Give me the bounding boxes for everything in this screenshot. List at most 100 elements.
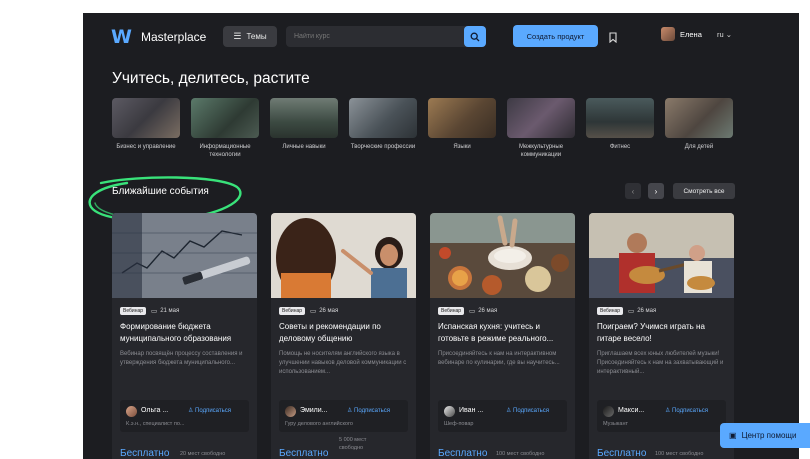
category-image	[665, 98, 733, 138]
category-image	[586, 98, 654, 138]
user-icon: ♙	[665, 408, 673, 414]
category-image	[191, 98, 259, 138]
event-date: 26 мая	[637, 308, 657, 314]
logo[interactable]: W Masterplace	[111, 26, 206, 48]
category-creative[interactable]: Творческие профессии	[349, 98, 417, 151]
author-block: Ольга ... ♙ Подписаться К.э.н., специали…	[120, 400, 249, 432]
subscribe-link[interactable]: ♙ Подписаться	[188, 407, 231, 414]
topics-label: Темы	[246, 32, 267, 41]
author-avatar	[126, 406, 137, 417]
subscribe-label: Подписаться	[513, 408, 549, 414]
subscribe-link[interactable]: ♙ Подписаться	[506, 407, 549, 414]
event-title[interactable]: Поиграем? Учимся играть на гитаре весело…	[597, 321, 727, 346]
event-image	[271, 213, 416, 298]
category-image	[112, 98, 180, 138]
author-avatar	[444, 406, 455, 417]
author-role: Музыкант	[603, 421, 629, 427]
category-business[interactable]: Бизнес и управление	[112, 98, 180, 151]
carousel-pager: ‹ ›	[625, 183, 664, 199]
author-role: Шеф-повар	[444, 421, 474, 427]
event-seats: 5 000 мест свободно	[339, 437, 367, 451]
event-type-badge: Вебинар	[438, 307, 465, 315]
avatar	[661, 27, 675, 41]
app-window: W Masterplace ☰ Темы Создать продукт Еле…	[83, 13, 799, 459]
calendar-icon: ▭	[151, 308, 158, 315]
event-meta: Вебинар ▭ 21 мая	[120, 307, 179, 315]
category-personal-skills[interactable]: Личные навыки	[270, 98, 338, 151]
event-price: Бесплатно	[438, 448, 488, 459]
category-label: Информационные технологии	[199, 144, 251, 159]
language-select[interactable]: ru ⌄	[717, 30, 732, 39]
category-it[interactable]: Информационные технологии	[191, 98, 259, 159]
category-kids[interactable]: Для детей	[665, 98, 733, 151]
subscribe-link[interactable]: ♙ Подписаться	[347, 407, 390, 414]
author-name[interactable]: Эмили...	[300, 407, 328, 414]
event-meta: Вебинар ▭ 26 мая	[438, 307, 497, 315]
author-avatar	[603, 406, 614, 417]
language-value: ru	[717, 30, 724, 39]
user-menu[interactable]: Елена	[661, 27, 702, 41]
subscribe-link[interactable]: ♙ Подписаться	[665, 407, 708, 414]
event-card[interactable]: Вебинар ▭ 21 мая Формирование бюджета му…	[112, 213, 257, 459]
category-label: Для детей	[684, 144, 714, 150]
category-image	[507, 98, 575, 138]
logo-text: Masterplace	[140, 30, 207, 44]
menu-icon: ☰	[233, 31, 242, 41]
category-label: Межкультурные коммуникации	[518, 144, 564, 159]
category-label: Личные навыки	[282, 144, 326, 150]
author-block: Эмили... ♙ Подписаться Гуру делового анг…	[279, 400, 408, 432]
event-title[interactable]: Формирование бюджета муниципального обра…	[120, 321, 250, 346]
chat-icon: ▣	[729, 431, 737, 440]
chevron-down-icon: ⌄	[725, 30, 733, 39]
category-image	[428, 98, 496, 138]
category-label: Бизнес и управление	[116, 144, 176, 150]
event-date: 21 мая	[160, 308, 180, 314]
see-all-button[interactable]: Смотреть все	[673, 183, 735, 199]
event-date: 26 мая	[478, 308, 498, 314]
next-button[interactable]: ›	[648, 183, 664, 199]
category-fitness[interactable]: Фитнес	[586, 98, 654, 151]
category-languages[interactable]: Языки	[428, 98, 496, 151]
user-icon: ♙	[506, 408, 514, 414]
event-description: Присоединяйтесь к нам на интерактивном в…	[438, 351, 560, 366]
event-title[interactable]: Советы и рекомендации по деловому общени…	[279, 321, 409, 346]
help-center-button[interactable]: ▣ Центр помощи	[720, 423, 810, 448]
create-product-button[interactable]: Создать продукт	[513, 25, 598, 47]
bookmark-icon[interactable]	[609, 30, 617, 48]
category-intercultural[interactable]: Межкультурные коммуникации	[507, 98, 575, 159]
event-image	[589, 213, 734, 298]
author-name[interactable]: Ольга ...	[141, 407, 168, 414]
author-block: Иван ... ♙ Подписаться Шеф-повар	[438, 400, 567, 432]
event-card[interactable]: Вебинар ▭ 26 мая Испанская кухня: учитес…	[430, 213, 575, 459]
event-image	[430, 213, 575, 298]
event-description: Вебинар посвящён процессу составления и …	[120, 351, 243, 366]
event-date: 26 мая	[319, 308, 339, 314]
event-type-badge: Вебинар	[597, 307, 624, 315]
prev-button[interactable]: ‹	[625, 183, 641, 199]
calendar-icon: ▭	[628, 308, 635, 315]
calendar-icon: ▭	[469, 308, 476, 315]
category-label: Фитнес	[609, 144, 631, 150]
search-icon	[470, 32, 480, 41]
event-seats: 100 мест свободно	[496, 451, 545, 457]
author-name[interactable]: Иван ...	[459, 407, 483, 414]
event-meta: Вебинар ▭ 26 мая	[279, 307, 338, 315]
search-button[interactable]	[464, 26, 486, 47]
user-icon: ♙	[188, 408, 196, 414]
event-card[interactable]: Вебинар ▭ 26 мая Советы и рекомендации п…	[271, 213, 416, 459]
event-title[interactable]: Испанская кухня: учитесь и готовьте в ре…	[438, 321, 568, 346]
event-description: Приглашаем всех юных любителей музыки! П…	[597, 351, 724, 375]
event-description: Помощь не носителям английского языка в …	[279, 351, 407, 375]
top-nav: W Masterplace ☰ Темы Создать продукт Еле…	[83, 13, 799, 59]
category-image	[349, 98, 417, 138]
category-label: Языки	[453, 144, 471, 150]
topics-button[interactable]: ☰ Темы	[223, 26, 277, 47]
event-card[interactable]: Вебинар ▭ 26 мая Поиграем? Учимся играть…	[589, 213, 734, 459]
event-type-badge: Вебинар	[279, 307, 306, 315]
author-role: Гуру делового английского	[285, 421, 353, 427]
search-input[interactable]	[286, 33, 464, 40]
subscribe-label: Подписаться	[195, 408, 231, 414]
section-title: Ближайшие события	[112, 186, 209, 197]
author-name[interactable]: Макси...	[618, 407, 644, 414]
help-label: Центр помощи	[741, 431, 797, 440]
